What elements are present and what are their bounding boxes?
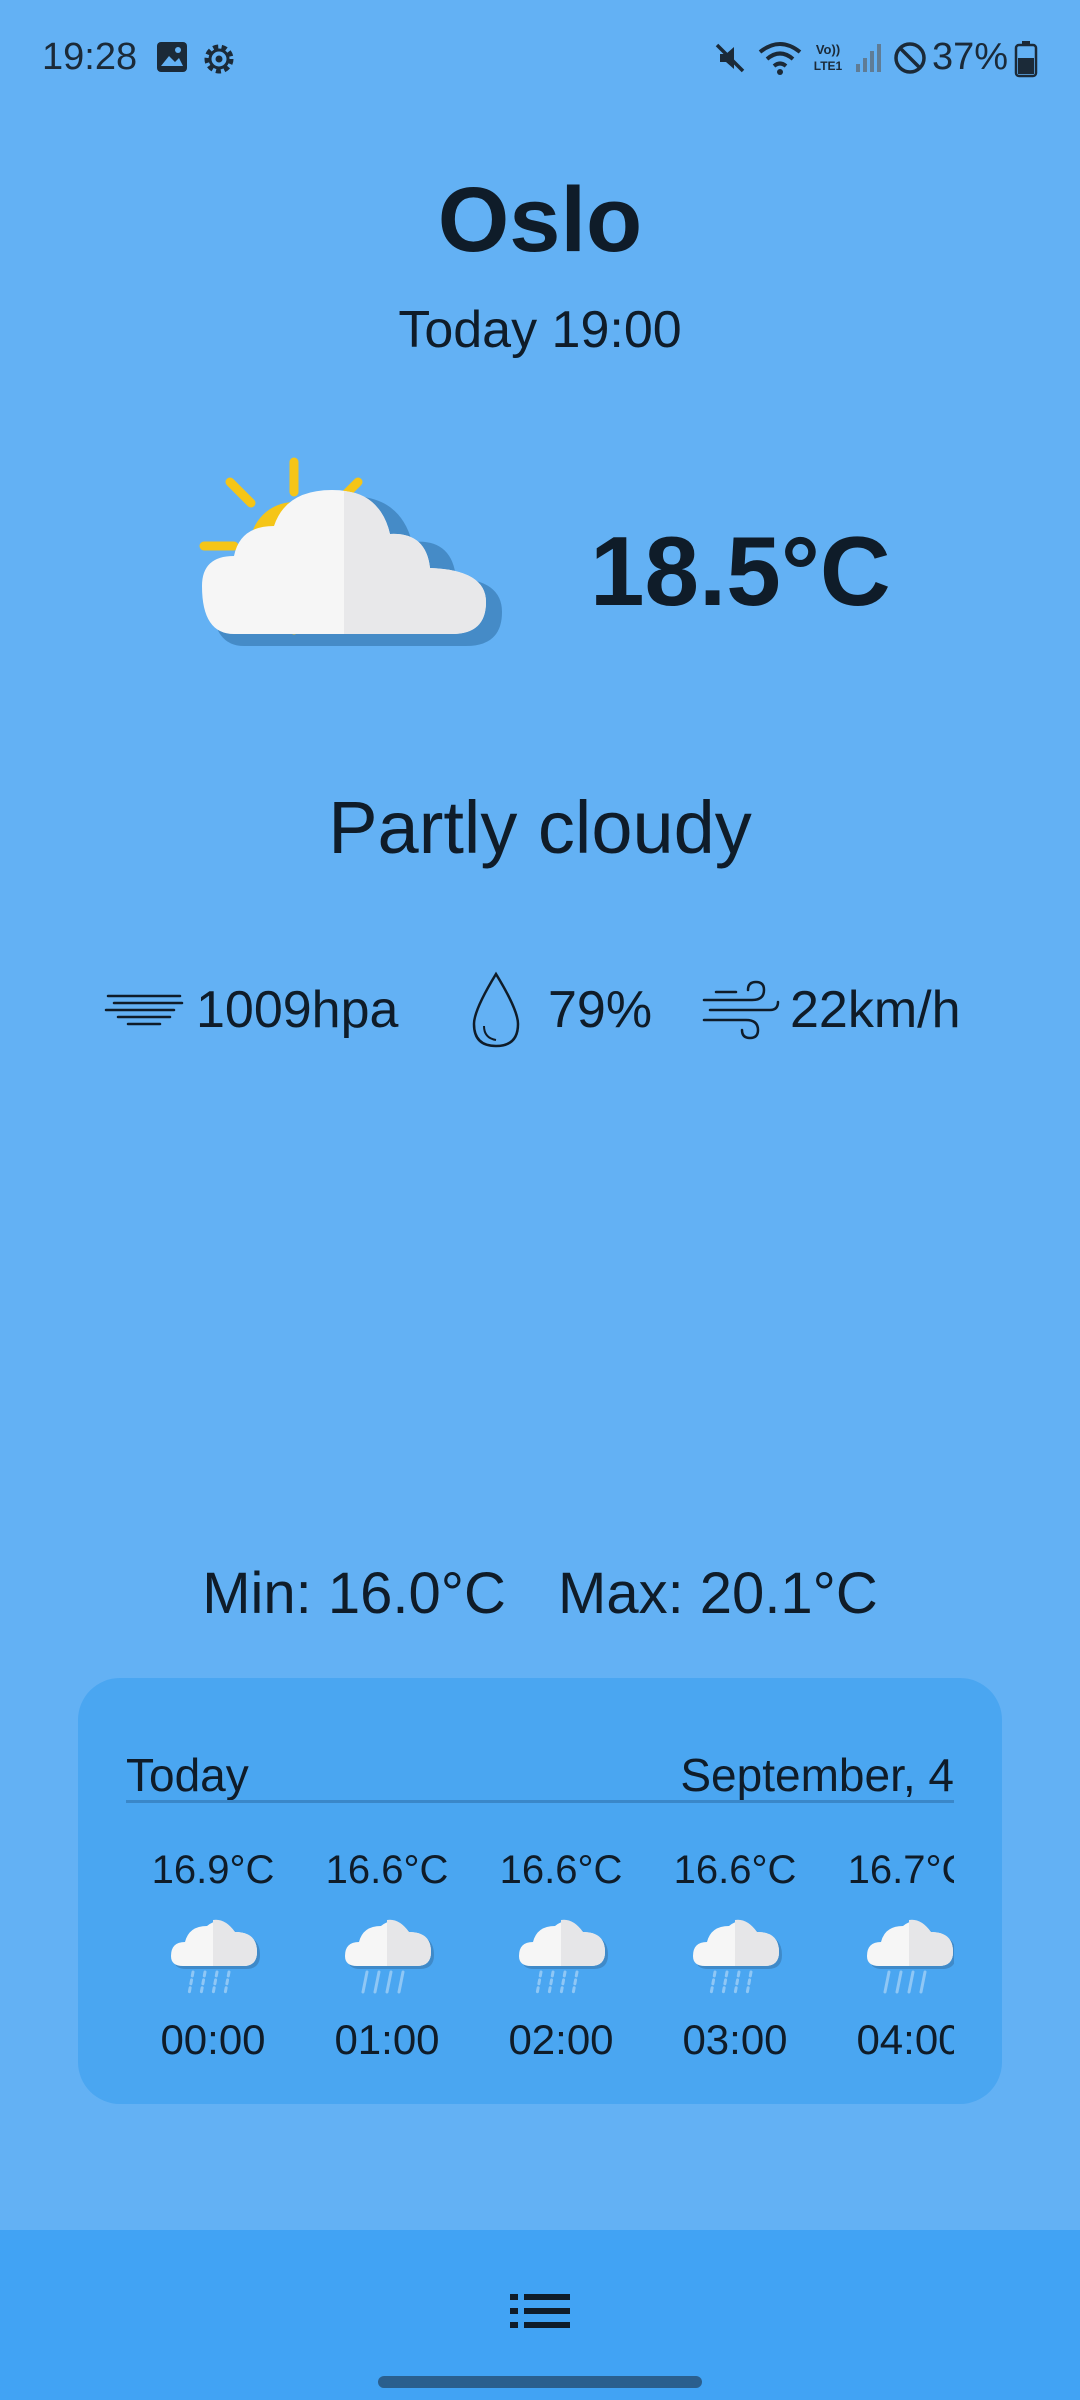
hourly-item: 16.6°C 01:00 xyxy=(300,1828,474,2088)
min-temperature: Min: 16.0°C xyxy=(202,1561,506,1626)
pressure-icon xyxy=(104,994,184,1026)
hourly-forecast-card: Today September, 4 16.9°C 00:00 16.6°C 0… xyxy=(78,1678,1002,2104)
rain-cloud-icon xyxy=(345,1919,434,1994)
rain-cloud-icon xyxy=(171,1919,260,1996)
forecast-date-label: September, 4 xyxy=(680,1749,954,1801)
battery-icon xyxy=(1014,41,1038,78)
home-indicator[interactable] xyxy=(378,2376,702,2388)
hourly-item: 16.6°C 03:00 xyxy=(648,1828,822,2088)
weather-condition: Partly cloudy xyxy=(328,786,752,869)
volte-icon: Vo)) LTE1 xyxy=(814,42,843,73)
wind-icon xyxy=(702,980,780,1040)
settings-icon xyxy=(204,44,234,74)
pressure-metric: 1009hpa xyxy=(104,970,424,1050)
city-name: Oslo xyxy=(437,169,643,271)
signal-icon xyxy=(856,44,881,72)
hourly-time: 04:00 xyxy=(856,2016,954,2063)
wind-value: 22km/h xyxy=(790,981,961,1039)
temperature-range: Min: 16.0°C Max: 20.1°C xyxy=(0,1560,1080,1627)
rain-cloud-icon xyxy=(519,1919,608,1996)
hourly-item: 16.7°C 04:00 xyxy=(822,1828,954,2088)
hourly-temperature: 16.7°C xyxy=(847,1848,954,1892)
battery-percent: 37% xyxy=(931,36,1008,78)
svg-text:LTE1: LTE1 xyxy=(814,59,843,73)
humidity-icon xyxy=(472,971,520,1048)
hourly-time: 00:00 xyxy=(160,2016,266,2063)
dnd-icon xyxy=(894,42,926,74)
hourly-time: 03:00 xyxy=(682,2016,788,2063)
svg-text:Vo)): Vo)) xyxy=(816,42,840,57)
divider xyxy=(126,1800,954,1803)
humidity-value: 79% xyxy=(548,981,653,1039)
hourly-time: 02:00 xyxy=(508,2016,614,2063)
hourly-item: 16.6°C 02:00 xyxy=(474,1828,648,2088)
hourly-item: 16.9°C 00:00 xyxy=(126,1828,300,2088)
forecast-datetime: Today 19:00 xyxy=(398,301,682,359)
hourly-time: 01:00 xyxy=(334,2016,440,2063)
current-temperature: 18.5°C xyxy=(590,516,891,626)
max-temperature: Max: 20.1°C xyxy=(558,1561,878,1626)
hourly-temperature: 16.9°C xyxy=(151,1848,275,1892)
partly-cloudy-icon xyxy=(199,457,502,646)
menu-list-icon[interactable] xyxy=(500,2282,580,2342)
hourly-temperature: 16.6°C xyxy=(325,1848,449,1892)
gallery-icon xyxy=(157,42,187,72)
mute-icon xyxy=(715,43,745,73)
forecast-day-label: Today xyxy=(126,1749,249,1801)
hourly-temperature: 16.6°C xyxy=(673,1848,797,1892)
wind-metric: 22km/h xyxy=(700,970,990,1050)
humidity-metric: 79% xyxy=(470,970,660,1050)
hourly-forecast-list[interactable]: 16.9°C 00:00 16.6°C 01:00 16.6°C 02:00 1… xyxy=(126,1828,954,2088)
rain-cloud-icon xyxy=(693,1919,782,1996)
hourly-temperature: 16.6°C xyxy=(499,1848,623,1892)
rain-cloud-icon xyxy=(867,1919,954,1994)
pressure-value: 1009hpa xyxy=(196,981,399,1039)
status-bar: 19:28 Vo)) LTE1 37% xyxy=(0,0,1080,120)
bottom-navigation-bar xyxy=(0,2230,1080,2400)
wifi-icon xyxy=(758,42,802,75)
status-time: 19:28 xyxy=(42,36,138,78)
